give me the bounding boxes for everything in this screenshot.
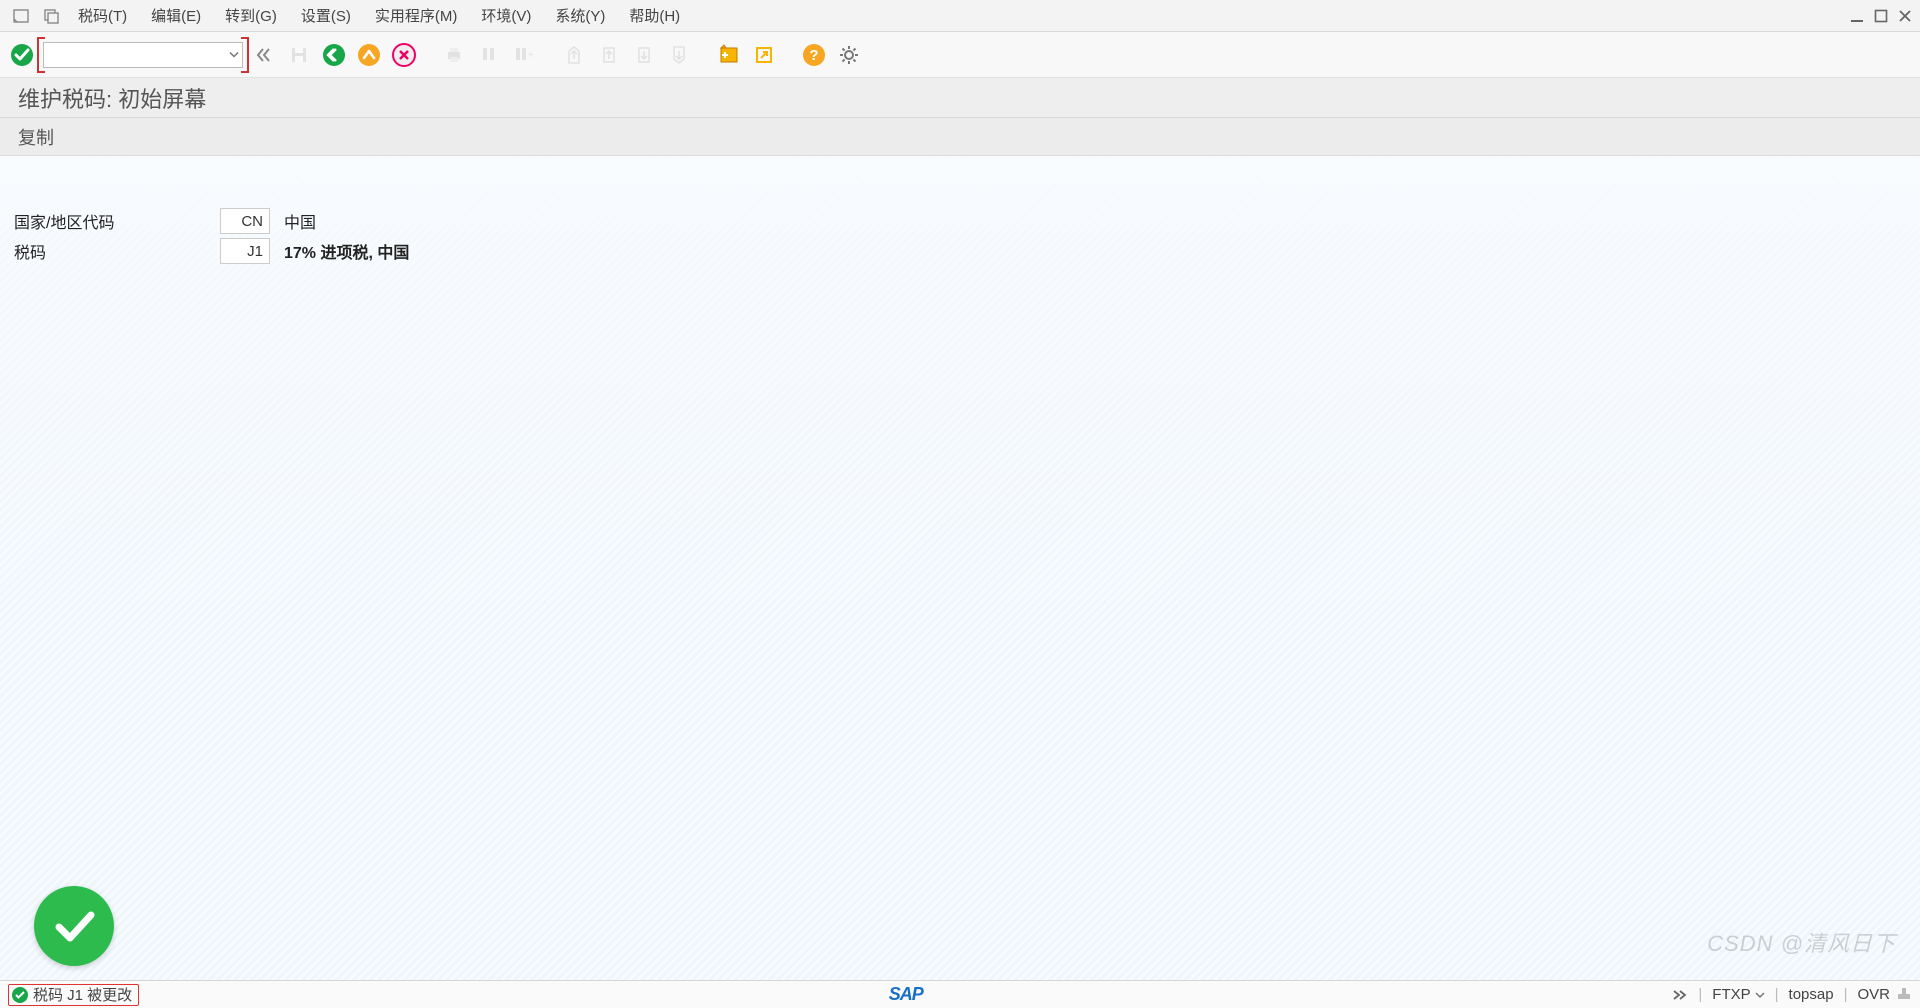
find-next-button[interactable]: +: [510, 41, 538, 69]
new-session-button[interactable]: [715, 41, 743, 69]
status-insert-mode[interactable]: OVR: [1858, 986, 1891, 1003]
customize-layout-button[interactable]: [835, 41, 863, 69]
standard-toolbar: + ?: [0, 32, 1920, 78]
command-field-wrap: [43, 42, 243, 68]
prev-page-button[interactable]: [595, 41, 623, 69]
status-user: topsap: [1789, 986, 1834, 1003]
print-button[interactable]: [440, 41, 468, 69]
input-taxcode[interactable]: J1: [220, 238, 270, 264]
menu-goto[interactable]: 转到(G): [213, 3, 289, 28]
label-taxcode: 税码: [10, 239, 220, 263]
next-page-button[interactable]: [630, 41, 658, 69]
row-taxcode: 税码 J1 17% 进项税, 中国: [10, 236, 1910, 266]
collapse-cmd-button[interactable]: [250, 41, 278, 69]
app-menu-icon[interactable]: [12, 7, 30, 25]
save-button[interactable]: [285, 41, 313, 69]
status-message-box: 税码 J1 被更改: [8, 984, 139, 1006]
back-button[interactable]: [320, 41, 348, 69]
copy-button[interactable]: 复制: [18, 124, 54, 150]
maximize-button[interactable]: [1872, 7, 1890, 25]
screen-title-text: 维护税码: 初始屏幕: [18, 82, 206, 114]
status-expand-button[interactable]: [1672, 988, 1688, 1002]
cancel-button[interactable]: [390, 41, 418, 69]
status-ok-icon: [11, 986, 29, 1004]
watermark: CSDN @清风日下: [1707, 926, 1896, 958]
label-country: 国家/地区代码: [10, 209, 220, 233]
help-button[interactable]: ?: [800, 41, 828, 69]
minimize-button[interactable]: [1848, 7, 1866, 25]
desc-country: 中国: [284, 209, 316, 233]
session-icon[interactable]: [42, 7, 60, 25]
application-toolbar: 复制: [0, 118, 1920, 156]
last-page-button[interactable]: [665, 41, 693, 69]
desc-taxcode: 17% 进项税, 中国: [284, 239, 409, 263]
create-shortcut-button[interactable]: [750, 41, 778, 69]
svg-text:+: +: [528, 50, 534, 61]
menu-environ[interactable]: 环境(V): [469, 3, 543, 28]
row-country: 国家/地区代码 CN 中国: [10, 206, 1910, 236]
status-tray-icon[interactable]: [1896, 985, 1912, 1005]
status-bar: 税码 J1 被更改 SAP | FTXP | topsap | OVR: [0, 980, 1920, 1008]
brand-logo: SAP: [889, 984, 923, 1005]
input-country[interactable]: CN: [220, 208, 270, 234]
content-area: 国家/地区代码 CN 中国 税码 J1 17% 进项税, 中国 CSDN @清风…: [0, 156, 1920, 980]
enter-button[interactable]: [8, 41, 36, 69]
svg-text:?: ?: [809, 47, 818, 64]
status-message-text: 税码 J1 被更改: [33, 984, 132, 1005]
bracket-right-icon: [241, 37, 249, 73]
find-button[interactable]: [475, 41, 503, 69]
menu-utilities[interactable]: 实用程序(M): [363, 3, 470, 28]
menu-edit[interactable]: 编辑(E): [139, 3, 213, 28]
status-tcode[interactable]: FTXP: [1712, 986, 1764, 1003]
close-button[interactable]: [1896, 7, 1914, 25]
screen-title: 维护税码: 初始屏幕: [0, 78, 1920, 118]
menu-settings[interactable]: 设置(S): [289, 3, 363, 28]
menu-taxcode[interactable]: 税码(T): [66, 3, 139, 28]
menu-help[interactable]: 帮助(H): [617, 3, 692, 28]
menu-bar: 税码(T) 编辑(E) 转到(G) 设置(S) 实用程序(M) 环境(V) 系统…: [0, 0, 1920, 32]
command-field[interactable]: [43, 42, 243, 68]
first-page-button[interactable]: [560, 41, 588, 69]
exit-button[interactable]: [355, 41, 383, 69]
bracket-left-icon: [37, 37, 45, 73]
success-badge: [34, 886, 114, 966]
menu-system[interactable]: 系统(Y): [543, 3, 617, 28]
